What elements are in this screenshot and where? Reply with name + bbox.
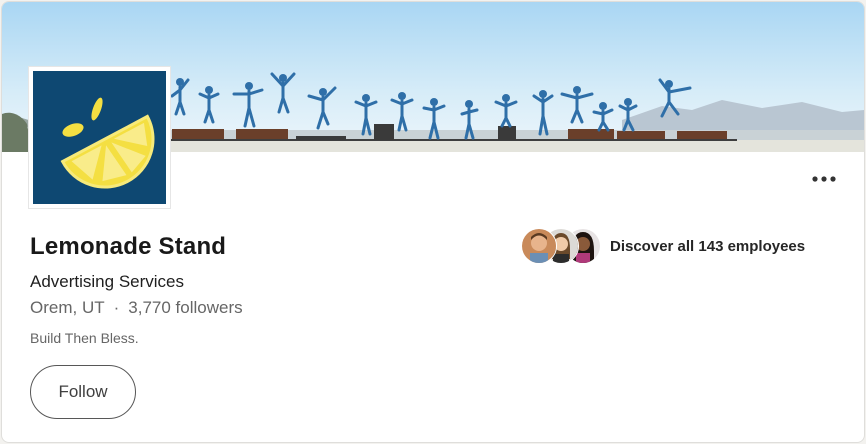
- company-tagline: Build Then Bless.: [30, 330, 139, 346]
- discover-employees-link[interactable]: Discover all 143 employees: [521, 228, 805, 264]
- company-logo[interactable]: [29, 67, 170, 208]
- follower-count[interactable]: 3,770 followers: [128, 298, 242, 318]
- more-horizontal-icon: [812, 176, 836, 182]
- meta-separator: ·: [113, 298, 120, 317]
- company-meta: Orem, UT · 3,770 followers: [30, 298, 243, 318]
- company-header-card: Lemonade Stand Advertising Services Orem…: [1, 1, 865, 443]
- company-name: Lemonade Stand: [30, 233, 227, 260]
- company-location: Orem, UT: [30, 298, 105, 317]
- more-options-button[interactable]: [807, 167, 841, 191]
- company-industry: Advertising Services: [30, 272, 185, 291]
- follow-button[interactable]: Follow: [30, 365, 136, 419]
- discover-employees-label: Discover all 143 employees: [610, 237, 806, 255]
- avatar: [521, 228, 557, 264]
- employee-avatars: [521, 228, 601, 264]
